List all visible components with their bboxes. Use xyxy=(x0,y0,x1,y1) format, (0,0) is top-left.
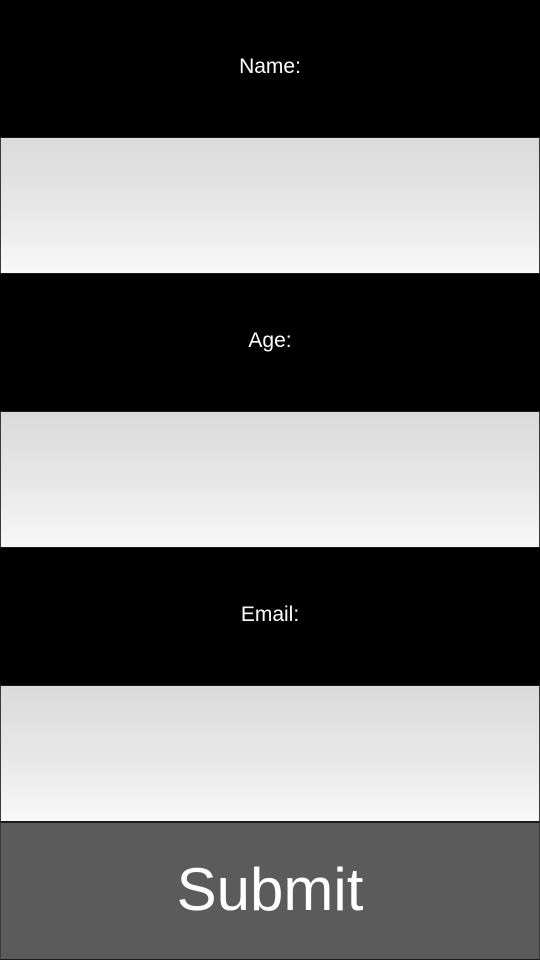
age-label-text: Age: xyxy=(248,328,292,352)
email-label-text: Email: xyxy=(240,602,300,626)
email-label: Email: xyxy=(0,548,540,685)
age-label: Age: xyxy=(0,274,540,411)
email-input[interactable] xyxy=(0,685,540,822)
registration-form: Name: Age: Email: Submit xyxy=(0,0,540,960)
submit-button[interactable]: Submit xyxy=(0,822,540,960)
name-label: Name: xyxy=(0,0,540,137)
age-input[interactable] xyxy=(0,411,540,548)
name-input[interactable] xyxy=(0,137,540,274)
name-label-text: Name: xyxy=(239,54,301,78)
